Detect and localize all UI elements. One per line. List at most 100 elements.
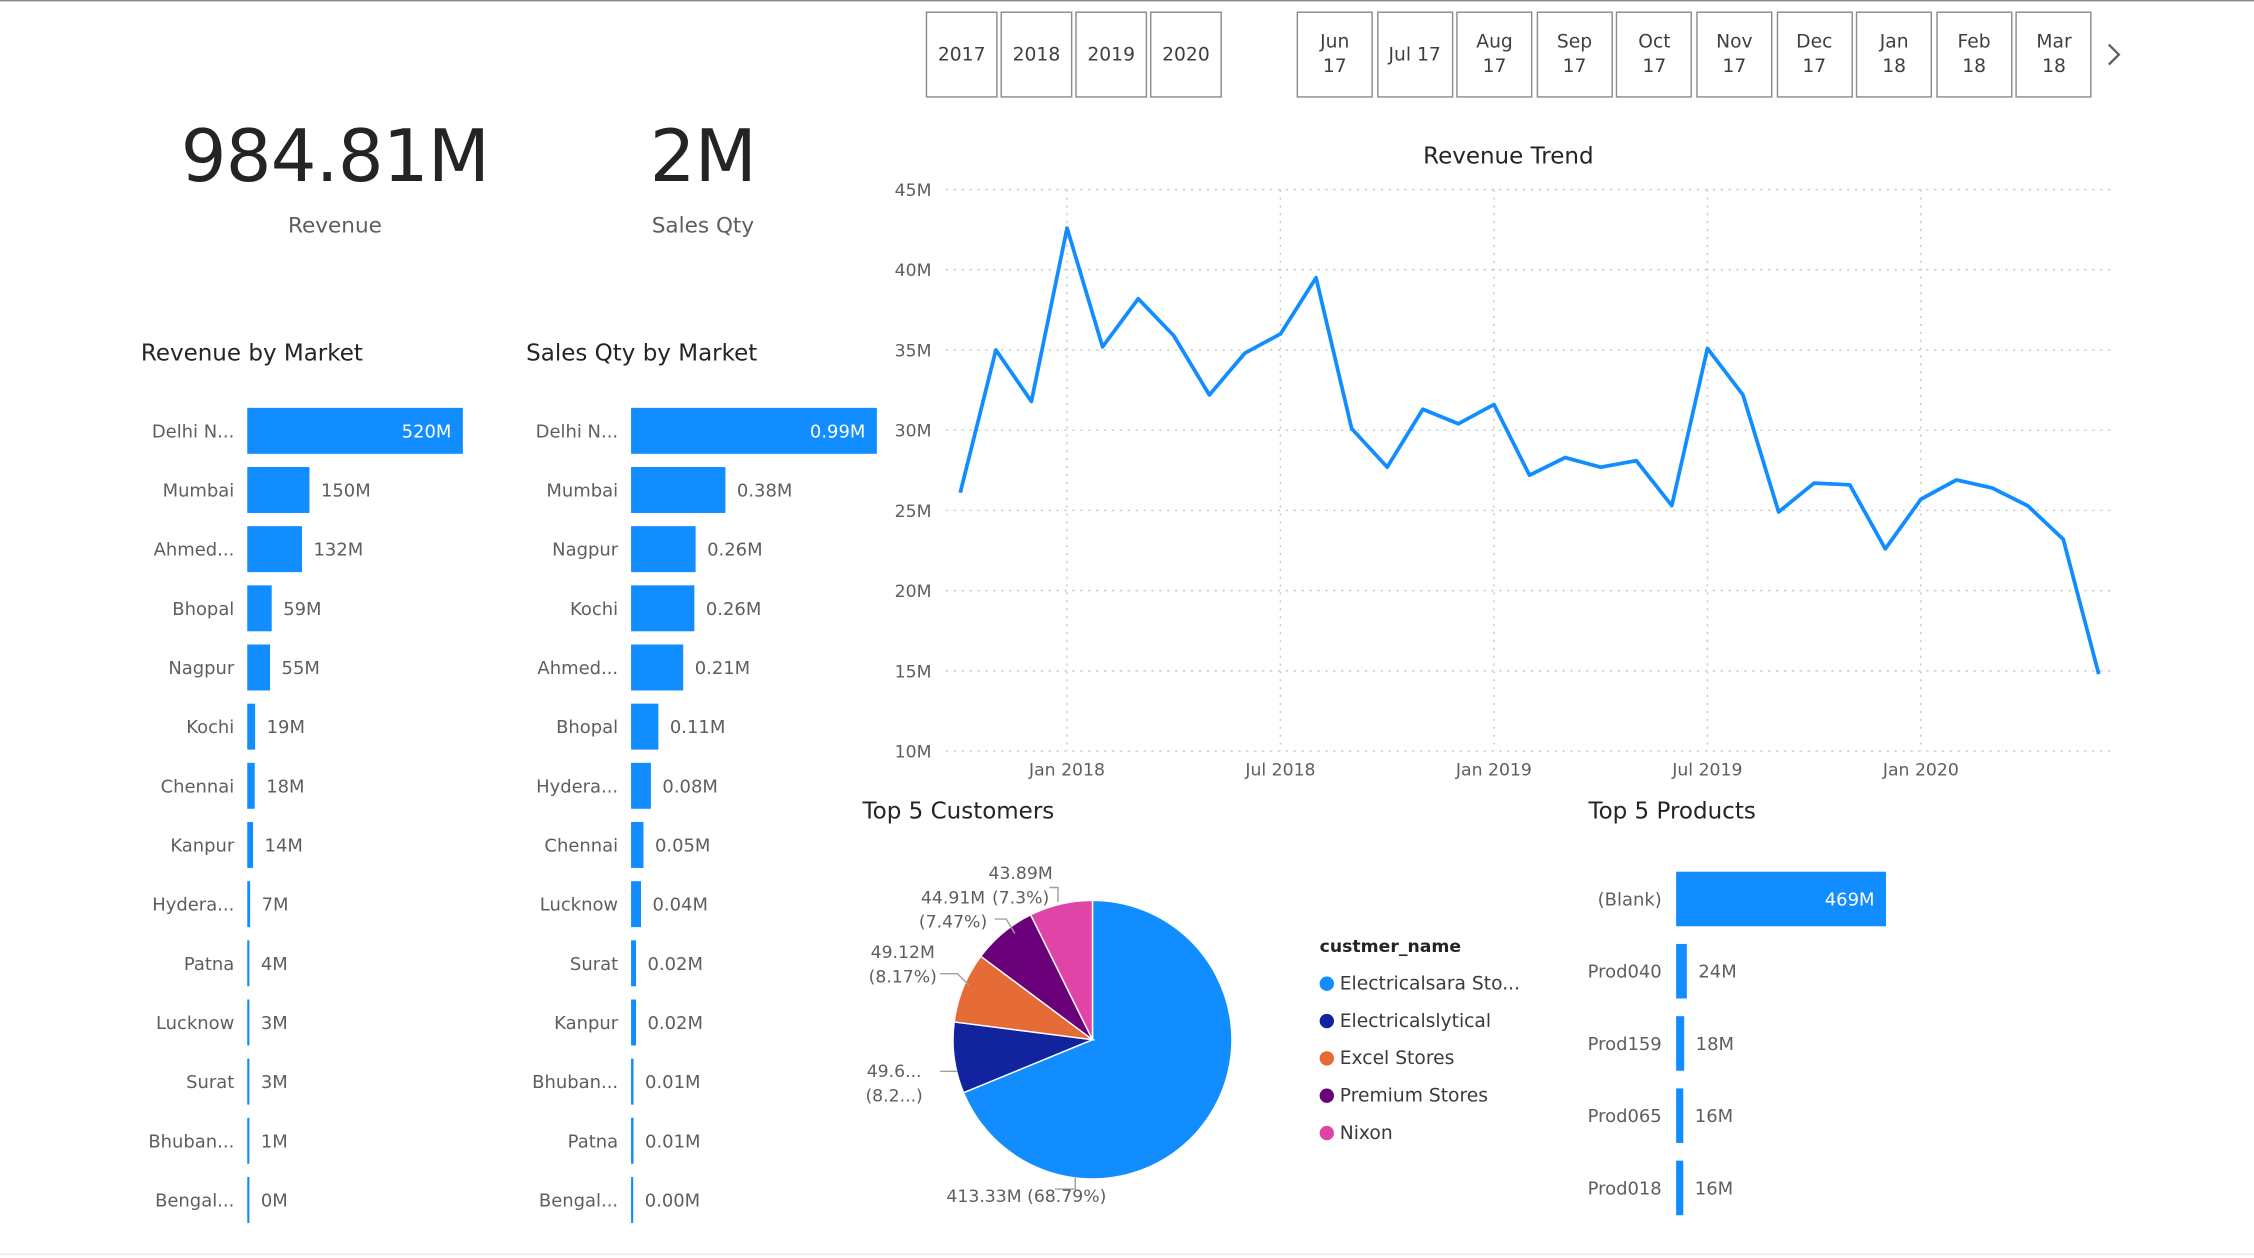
legend-item[interactable]: Electricalsara Sto...: [1319, 965, 1521, 1002]
top-product-row[interactable]: Prod159 18M: [1588, 1016, 1734, 1071]
sales-qty-market-row[interactable]: Kochi 0.26M: [570, 585, 761, 632]
top-product-row[interactable]: Prod040 24M: [1588, 943, 1737, 999]
revenue-series-line[interactable]: [958, 226, 2101, 675]
revenue-market-category-label: Kochi: [186, 717, 234, 738]
sales-qty-market-bar[interactable]: [631, 644, 684, 691]
sales-qty-market-bar[interactable]: [631, 940, 637, 987]
revenue-market-row[interactable]: Kochi 19M: [186, 703, 305, 750]
revenue-market-row[interactable]: Chennai 18M: [161, 762, 305, 809]
top-product-data-label: 16M: [1695, 1178, 1733, 1199]
top-product-row[interactable]: Prod065 16M: [1588, 1088, 1733, 1143]
revenue-market-data-label: 18M: [266, 776, 304, 797]
revenue-market-row[interactable]: Bengal... 0M: [155, 1177, 288, 1223]
sales-qty-market-bar[interactable]: [631, 703, 659, 750]
sales-qty-market-bar[interactable]: [631, 762, 651, 809]
revenue-market-bar[interactable]: [247, 644, 271, 691]
sales-qty-market-bar[interactable]: [631, 467, 726, 513]
sales-qty-market-bar[interactable]: [631, 1058, 634, 1105]
revenue-market-row[interactable]: Ahmed... 132M: [154, 526, 364, 573]
revenue-market-bar[interactable]: [247, 940, 250, 987]
sales-qty-market-row[interactable]: Patna 0.01M: [568, 1117, 701, 1164]
revenue-market-row[interactable]: Bhuban... 1M: [148, 1117, 288, 1164]
month-slicer-button-jan-18[interactable]: Jan 18: [1856, 11, 1933, 98]
sales-qty-market-bar[interactable]: [631, 526, 696, 573]
legend-item[interactable]: Premium Stores: [1319, 1077, 1520, 1114]
top-product-row[interactable]: (Blank) 469M: [1598, 871, 1886, 927]
revenue-market-bar[interactable]: [247, 526, 302, 573]
sales-qty-market-row[interactable]: Bhopal 0.11M: [556, 703, 725, 750]
sales-qty-market-row[interactable]: Bhuban... 0.01M: [532, 1058, 700, 1105]
sales-qty-market-row[interactable]: Chennai 0.05M: [544, 822, 710, 868]
top-product-bar[interactable]: [1676, 943, 1687, 999]
legend-item[interactable]: Electricalslytical: [1319, 1002, 1520, 1039]
revenue-market-bar[interactable]: [247, 822, 254, 868]
revenue-market-row[interactable]: Delhi N... 520M: [152, 407, 463, 454]
revenue-market-row[interactable]: Patna 4M: [184, 940, 288, 987]
month-slicer-button-sep-17[interactable]: Sep 17: [1536, 11, 1613, 98]
sales-qty-market-bar[interactable]: [631, 585, 695, 632]
sales-qty-market-row[interactable]: Mumbai 0.38M: [546, 467, 792, 513]
year-slicer-button-2017[interactable]: 2017: [925, 11, 998, 98]
sales-qty-market-row[interactable]: Hydera... 0.08M: [536, 762, 718, 809]
sales-qty-market-bar[interactable]: [631, 881, 641, 928]
sales-qty-market-data-label: 0.04M: [652, 895, 707, 916]
legend-label: Electricalsara Sto...: [1339, 972, 1521, 995]
legend-item[interactable]: Excel Stores: [1319, 1040, 1520, 1077]
revenue-market-bar[interactable]: [247, 762, 255, 809]
revenue-market-data-label: 59M: [283, 599, 321, 620]
month-slicer-button-mar-18[interactable]: Mar 18: [2015, 11, 2093, 98]
month-slicer-button-feb-18[interactable]: Feb 18: [1936, 11, 2013, 98]
chevron-right-icon[interactable]: [2099, 37, 2128, 71]
revenue-market-bar[interactable]: [247, 1177, 250, 1223]
legend-label: Nixon: [1339, 1122, 1393, 1144]
legend-dot-icon: [1319, 1051, 1334, 1066]
month-slicer-button-aug-17[interactable]: Aug 17: [1456, 11, 1533, 98]
legend-label: Electricalslytical: [1339, 1010, 1492, 1032]
sales-qty-market-bar[interactable]: [631, 1117, 634, 1164]
month-slicer-button-jul-17[interactable]: Jul 17: [1376, 11, 1453, 98]
top-product-row[interactable]: Prod018 16M: [1588, 1160, 1733, 1216]
year-slicer-button-2020[interactable]: 2020: [1150, 11, 1222, 98]
revenue-market-bar[interactable]: [247, 703, 256, 750]
sales-qty-market-row[interactable]: Nagpur 0.26M: [552, 526, 763, 573]
top-product-bar[interactable]: [1676, 1088, 1684, 1143]
sales-qty-market-row[interactable]: Lucknow 0.04M: [540, 881, 708, 928]
sales-qty-market-row[interactable]: Bengal... 0.00M: [539, 1177, 700, 1223]
revenue-market-bar[interactable]: [247, 999, 250, 1046]
revenue-market-row[interactable]: Mumbai 150M: [163, 467, 371, 513]
sales-qty-market-bar[interactable]: [631, 999, 637, 1046]
month-slicer-button-nov-17[interactable]: Nov 17: [1696, 11, 1773, 98]
top-product-bar[interactable]: [1676, 1160, 1684, 1216]
revenue-market-row[interactable]: Lucknow 3M: [156, 999, 288, 1046]
pie-data-label: 413.33M (68.79%): [946, 1187, 1106, 1207]
sales-qty-kpi-label: Sales Qty: [651, 212, 755, 239]
top-product-bar[interactable]: [1676, 1016, 1685, 1071]
revenue-market-row[interactable]: Bhopal 59M: [172, 585, 322, 632]
revenue-market-bar[interactable]: [247, 1058, 250, 1105]
revenue-market-row[interactable]: Surat 3M: [186, 1058, 288, 1105]
sales-qty-market-bar[interactable]: [631, 822, 644, 868]
sales-qty-market-row[interactable]: Delhi N... 0.99M: [536, 407, 877, 454]
month-slicer-button-oct-17[interactable]: Oct 17: [1616, 11, 1693, 98]
sales-qty-market-category-label: Ahmed...: [537, 658, 618, 679]
month-slicer-button-jun-17[interactable]: Jun 17: [1296, 11, 1373, 98]
pie-data-label: 49.6...: [867, 1062, 922, 1082]
sales-qty-market-row[interactable]: Surat 0.02M: [570, 940, 703, 987]
sales-qty-market-row[interactable]: Ahmed... 0.21M: [537, 644, 750, 691]
revenue-market-row[interactable]: Nagpur 55M: [168, 644, 320, 691]
pie-data-label: 44.91M: [921, 888, 985, 908]
year-slicer-button-2018[interactable]: 2018: [1000, 11, 1073, 98]
revenue-market-bar[interactable]: [247, 585, 272, 632]
legend-item[interactable]: Nixon: [1319, 1114, 1520, 1151]
sales-qty-market-row[interactable]: Kanpur 0.02M: [554, 999, 703, 1046]
revenue-market-bar[interactable]: [247, 1117, 250, 1164]
month-slicer-button-dec-17[interactable]: Dec 17: [1776, 11, 1853, 98]
revenue-market-bar[interactable]: [247, 881, 251, 928]
year-slicer-button-2019[interactable]: 2019: [1075, 11, 1148, 98]
sales-qty-market-category-label: Hydera...: [536, 776, 618, 797]
revenue-market-row[interactable]: Hydera... 7M: [152, 881, 289, 928]
revenue-market-data-label: 7M: [262, 895, 289, 916]
revenue-market-bar[interactable]: [247, 467, 310, 513]
revenue-market-row[interactable]: Kanpur 14M: [170, 822, 303, 868]
sales-qty-market-bar[interactable]: [631, 1177, 634, 1223]
